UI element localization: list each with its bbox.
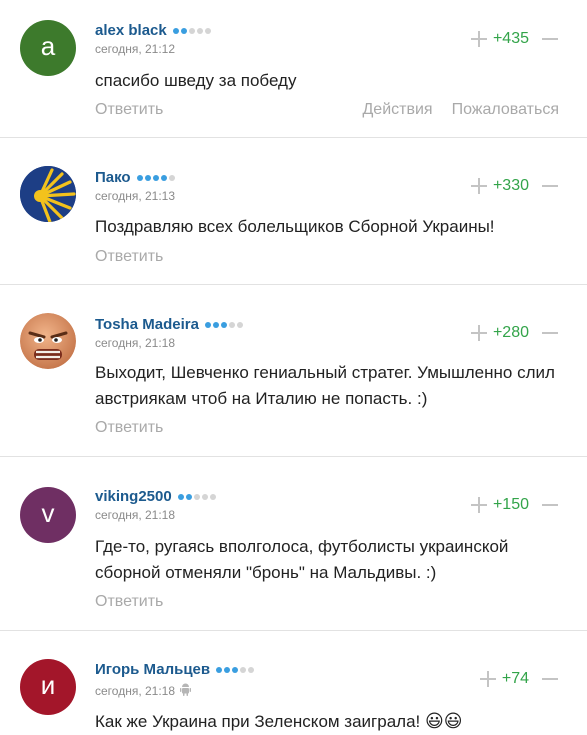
comment-item: Пако сегодня, 21:13 +330 Поздравляю всех…	[0, 138, 587, 285]
comment-item: v viking2500 сегодня, 21:18 +150 Где-то,…	[0, 457, 587, 631]
comment-text: спасибо шведу за победу	[95, 71, 297, 90]
timestamp-text: сегодня, 21:18	[95, 336, 176, 350]
downvote-button[interactable]	[541, 323, 559, 343]
comment-rating: +74	[478, 669, 559, 689]
author-link[interactable]: Игорь Мальцев	[95, 661, 210, 678]
timestamp: сегодня, 21:18	[95, 508, 175, 522]
comment-item: Tosha Madeira сегодня, 21:18 +280 Выходи…	[0, 285, 587, 457]
angry-face-icon	[20, 313, 76, 369]
author-link[interactable]: alex black	[95, 22, 167, 39]
comment-item: и Игорь Мальцев сегодня, 21:18 +74 Как ж…	[0, 631, 587, 734]
reply-button[interactable]: Ответить	[95, 593, 163, 611]
author-line: Игорь Мальцев	[95, 661, 255, 678]
comment-text-body: Как же Украина при Зеленском заиграла!	[95, 712, 421, 731]
downvote-button[interactable]	[541, 29, 559, 49]
smiley-emoji-icon: 😃😃	[425, 711, 463, 731]
timestamp-text: сегодня, 21:13	[95, 189, 176, 203]
score: +74	[501, 670, 529, 687]
timestamp-text: сегодня, 21:18	[95, 684, 176, 698]
avatar[interactable]	[20, 313, 76, 369]
author-link[interactable]: Tosha Madeira	[95, 316, 199, 333]
timestamp: сегодня, 21:13	[95, 189, 175, 203]
avatar[interactable]: и	[20, 659, 76, 715]
actions-button[interactable]: Действия	[362, 101, 432, 119]
timestamp: сегодня, 21:12	[95, 42, 175, 56]
report-button[interactable]: Пожаловаться	[452, 101, 559, 119]
author-link[interactable]: viking2500	[95, 488, 172, 505]
timestamp: сегодня, 21:18	[95, 336, 175, 350]
score: +330	[492, 177, 529, 194]
scallop-shell-icon	[20, 166, 76, 222]
author-link[interactable]: Пако	[95, 169, 131, 186]
comment-rating: +280	[469, 323, 559, 343]
reply-button[interactable]: Ответить	[95, 248, 163, 266]
timestamp-text: сегодня, 21:12	[95, 42, 176, 56]
avatar[interactable]	[20, 166, 76, 222]
avatar-letter: v	[41, 498, 55, 528]
avatar[interactable]: v	[20, 487, 76, 543]
timestamp: сегодня, 21:18	[95, 683, 192, 699]
comment-rating: +435	[469, 29, 559, 49]
timestamp-text: сегодня, 21:18	[95, 508, 176, 522]
upvote-button[interactable]	[469, 176, 489, 196]
score: +150	[492, 496, 529, 513]
score: +280	[492, 324, 529, 341]
comments-list: a alex black сегодня, 21:12 +435 спасибо…	[0, 0, 587, 734]
reply-button[interactable]: Ответить	[95, 419, 163, 437]
author-line: Пако	[95, 169, 175, 186]
comment-item: a alex black сегодня, 21:12 +435 спасибо…	[0, 0, 587, 138]
user-rating-dots	[136, 174, 175, 181]
avatar-letter: и	[40, 670, 56, 700]
comment-rating: +150	[469, 495, 559, 515]
upvote-button[interactable]	[469, 495, 489, 515]
avatar[interactable]: a	[20, 20, 76, 76]
upvote-button[interactable]	[469, 323, 489, 343]
comment-text: Как же Украина при Зеленском заиграла! 😃…	[95, 708, 559, 735]
avatar-letter: a	[40, 31, 56, 61]
comment-text: Поздравляю всех болельщиков Сборной Укра…	[95, 217, 495, 236]
author-line: Tosha Madeira	[95, 316, 243, 333]
upvote-button[interactable]	[478, 669, 498, 689]
user-rating-dots	[172, 27, 211, 34]
downvote-button[interactable]	[541, 495, 559, 515]
user-rating-dots	[204, 321, 243, 328]
comment-rating: +330	[469, 176, 559, 196]
downvote-button[interactable]	[541, 176, 559, 196]
comment-text: Где-то, ругаясь вполголоса, футболисты у…	[95, 537, 509, 582]
android-icon	[180, 683, 192, 699]
user-rating-dots	[216, 666, 255, 673]
upvote-button[interactable]	[469, 29, 489, 49]
author-line: alex black	[95, 22, 211, 39]
reply-button[interactable]: Ответить	[95, 101, 163, 119]
score: +435	[492, 30, 529, 47]
comment-text: Выходит, Шевченко гениальный стратег. Ум…	[95, 363, 555, 408]
downvote-button[interactable]	[541, 669, 559, 689]
author-line: viking2500	[95, 488, 216, 505]
user-rating-dots	[177, 493, 216, 500]
